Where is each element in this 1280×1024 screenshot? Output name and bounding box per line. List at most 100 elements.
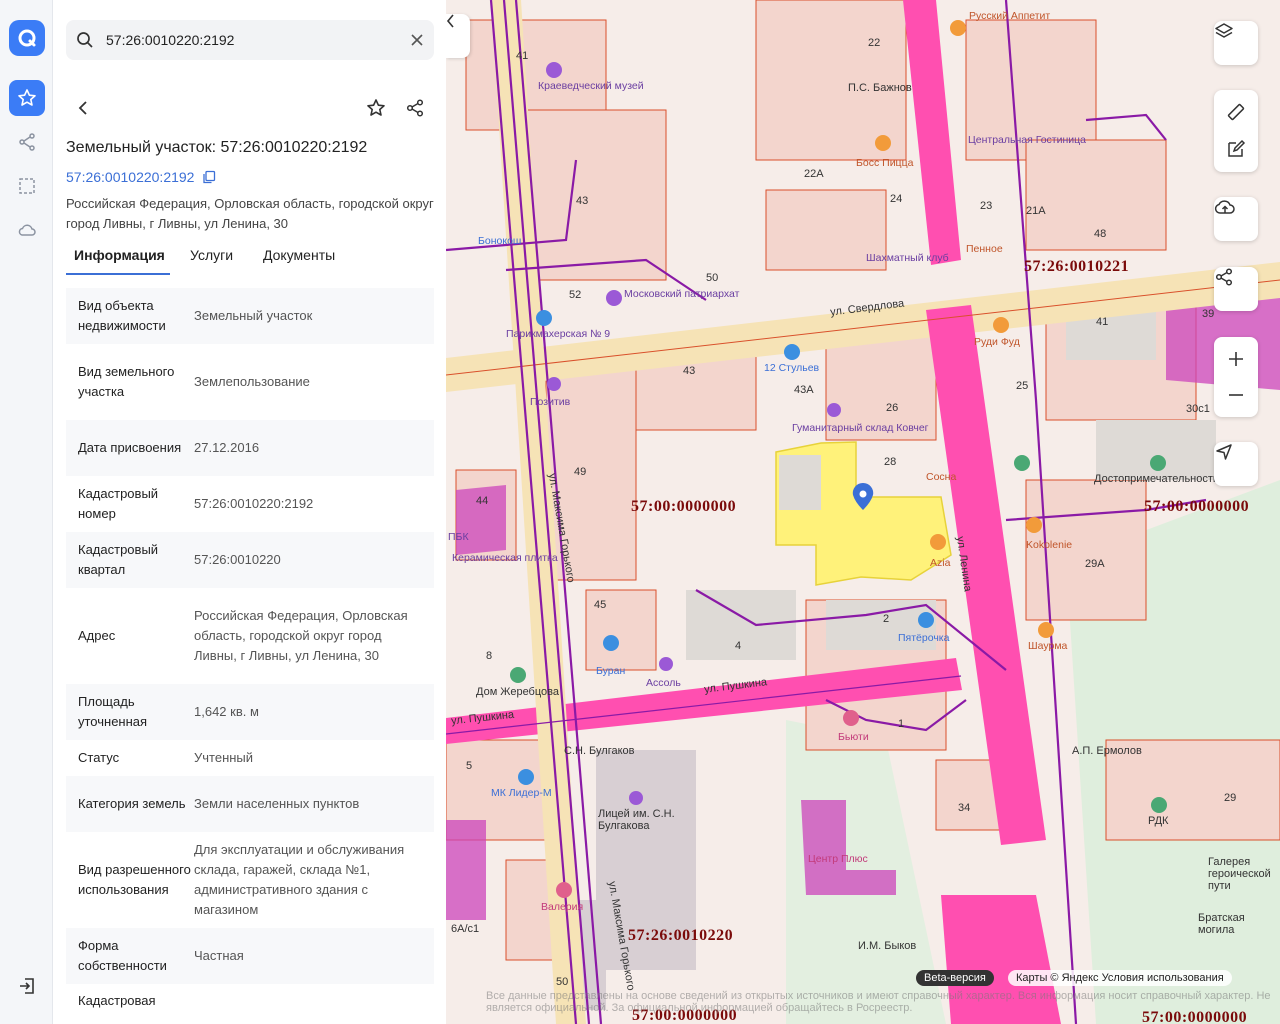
cadastral-link[interactable]: 57:26:0010220:2192 — [66, 169, 216, 185]
tab-bar: Информация Услуги Документы — [66, 240, 434, 276]
ruler-icon — [1227, 103, 1245, 121]
search-input[interactable]: 57:26:0010220:2192 — [106, 32, 234, 48]
poi-label[interactable]: Шаурма — [1028, 640, 1067, 652]
house-number: 43 — [576, 195, 589, 207]
poi-label: А.П. Ермолов — [1072, 745, 1142, 757]
favorite-button[interactable] — [358, 90, 394, 126]
map-attribution[interactable]: Карты © Яндекс Условия использования — [1008, 970, 1232, 986]
cadastral-link-text[interactable]: 57:26:0010220:2192 — [66, 169, 194, 185]
house-number: 28 — [884, 456, 897, 468]
poi-label[interactable]: Пятёрочка — [898, 632, 949, 644]
upload-button[interactable] — [1214, 197, 1258, 241]
poi-label[interactable]: Центр Плюс — [808, 853, 868, 865]
nodes-icon — [19, 133, 35, 151]
poi-label[interactable]: Пенное — [966, 243, 1003, 255]
poi-label[interactable]: Бьюти — [838, 731, 869, 743]
search-icon — [77, 32, 93, 48]
chevron-left-icon — [78, 101, 87, 115]
area-select-button[interactable] — [9, 168, 45, 204]
house-number: 22 — [868, 37, 881, 49]
minus-icon — [1229, 394, 1243, 396]
house-number: 50 — [556, 976, 569, 988]
cloud-button[interactable] — [9, 212, 45, 248]
left-rail — [0, 0, 53, 1024]
tab-documents[interactable]: Документы — [263, 247, 335, 263]
house-number: 39 — [1202, 308, 1215, 320]
table-row: Кадастровый квартал 57:26:0010220 — [66, 532, 434, 588]
copy-icon[interactable] — [202, 170, 216, 184]
house-number: 29 — [1224, 792, 1237, 804]
house-number: 34 — [958, 802, 971, 814]
house-number: 43А — [794, 384, 814, 396]
house-number: 24 — [890, 193, 903, 205]
collapse-panel-button[interactable] — [446, 14, 470, 58]
table-row: Дата присвоения 27.12.2016 — [66, 420, 434, 476]
star-icon — [18, 89, 36, 106]
house-number: 1 — [898, 718, 905, 730]
table-row: Форма собственности Частная — [66, 928, 434, 984]
share-button[interactable] — [397, 90, 433, 126]
poi-label[interactable]: Бонокош — [478, 235, 521, 247]
poi-label[interactable]: Центральная Гостиница — [968, 134, 1086, 146]
house-number: 48 — [1094, 228, 1107, 240]
poi-label[interactable]: Azia — [930, 557, 950, 569]
poi-label[interactable]: Ассоль — [646, 677, 681, 689]
poi-label[interactable]: Московский патриархат — [624, 288, 739, 300]
share-icon — [406, 99, 424, 117]
poi-label[interactable]: Буран — [596, 665, 625, 677]
poi-label[interactable]: Kokolenie — [1026, 539, 1072, 551]
poi-label[interactable]: 12 Стульев — [764, 362, 819, 374]
poi-label[interactable]: Краеведческий музей — [538, 80, 644, 92]
poi-label[interactable]: Гуманитарный склад Ковчег — [792, 422, 929, 434]
table-row: Категория земель Земли населенных пунктов — [66, 776, 434, 832]
object-address: Российская Федерация, Орловская область,… — [66, 196, 434, 231]
house-number: 49 — [574, 466, 587, 478]
graph-button[interactable] — [9, 124, 45, 160]
poi-label: Лицей им. С.Н. Булгакова — [598, 808, 675, 832]
logo-icon — [18, 29, 36, 47]
info-panel: 57:26:0010220:2192 Земельный участок: 57… — [53, 0, 446, 1024]
house-number: 30с1 — [1186, 403, 1210, 415]
favorites-button[interactable] — [9, 80, 45, 116]
poi-label[interactable]: Руди Фуд — [974, 336, 1020, 348]
house-number: 45 — [594, 599, 607, 611]
table-row: Площадь уточненная 1,642 кв. м — [66, 684, 434, 740]
clear-icon[interactable] — [410, 33, 424, 47]
layers-button[interactable] — [1214, 21, 1258, 65]
poi-label[interactable]: Валерия — [541, 901, 583, 913]
house-number: 43 — [683, 365, 696, 377]
edit-icon — [1228, 139, 1246, 157]
star-outline-icon — [367, 99, 385, 116]
poi-label[interactable]: Керамическая плитка — [452, 552, 558, 564]
locate-button[interactable] — [1214, 442, 1258, 486]
poi-label[interactable]: Позитив — [530, 396, 570, 408]
poi-label[interactable]: Шахматный клуб — [866, 252, 949, 264]
map-view[interactable]: 57:00:0000000 57:26:0010221 57:00:000000… — [446, 0, 1280, 1024]
tab-info[interactable]: Информация — [74, 247, 165, 263]
house-number: 4 — [735, 640, 742, 652]
map-share-button[interactable] — [1214, 267, 1258, 311]
poi-label: Галерея героической пути — [1208, 856, 1271, 892]
app-logo[interactable] — [9, 20, 45, 56]
share-icon — [1215, 268, 1233, 286]
cadastral-label: 57:26:0010221 — [1024, 258, 1130, 275]
beta-badge: Beta-версия — [916, 970, 994, 986]
disclaimer-text: Все данные представлены на основе сведен… — [486, 990, 1271, 1014]
house-number: 44 — [476, 495, 489, 507]
back-button[interactable] — [66, 90, 102, 126]
poi-label[interactable]: ПБК — [448, 531, 469, 543]
poi-label[interactable]: Босс Пицца — [856, 157, 913, 169]
table-row: Статус Учтенный — [78, 750, 254, 765]
search-bar[interactable]: 57:26:0010220:2192 — [66, 20, 434, 60]
tab-services[interactable]: Услуги — [190, 247, 233, 263]
poi-label[interactable]: Парикмахерская № 9 — [506, 328, 610, 340]
poi-label[interactable]: Русский Аппетит — [969, 10, 1050, 22]
info-table: Вид объекта недвижимости Земельный участо… — [66, 288, 434, 1024]
poi-label[interactable]: Сосна — [926, 471, 956, 483]
logout-button[interactable] — [9, 968, 45, 1004]
zoom-group — [1214, 337, 1258, 417]
poi-label: РДК — [1148, 815, 1169, 827]
house-number: 41 — [516, 50, 529, 62]
house-number: 8 — [486, 650, 493, 662]
poi-label[interactable]: МК Лидер-М — [491, 787, 552, 799]
